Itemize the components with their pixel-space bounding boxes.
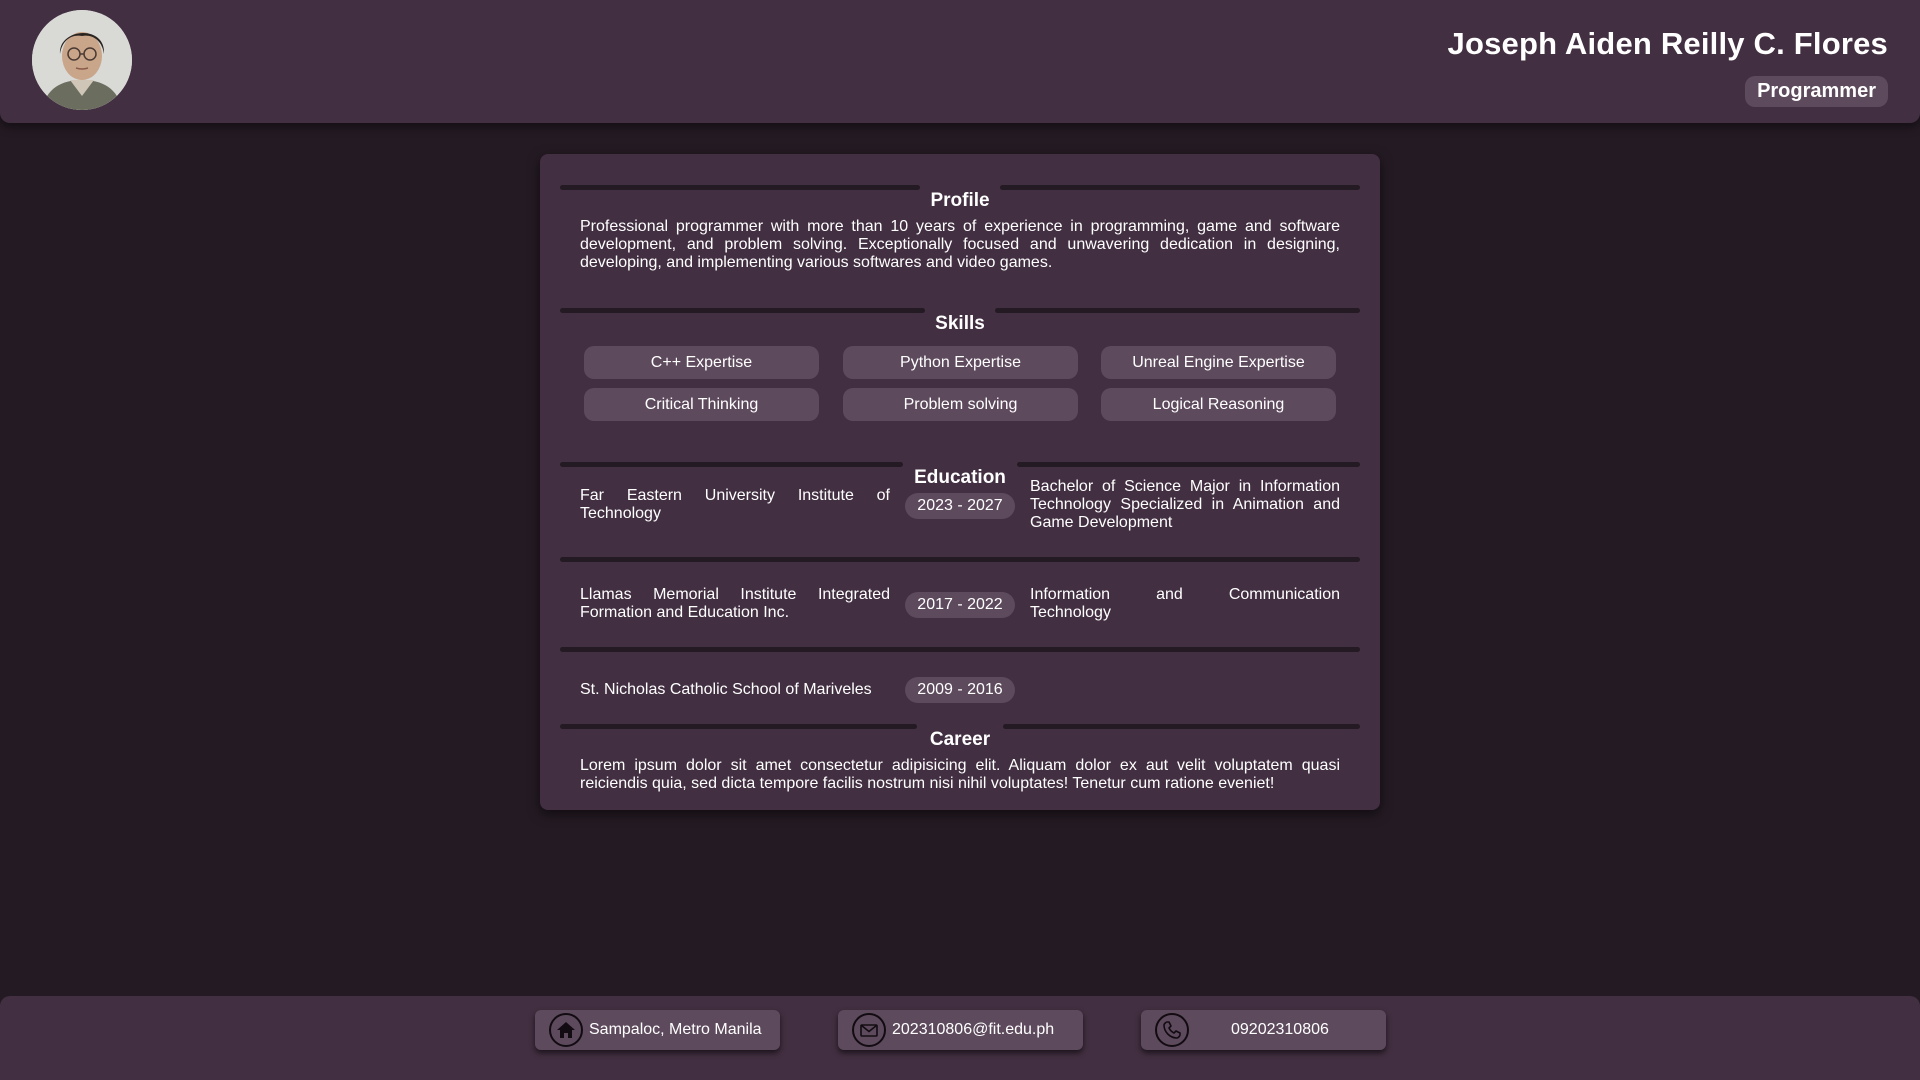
resume-page: Joseph Aiden Reilly C. Flores Programmer… (0, 0, 1920, 1080)
avatar (32, 10, 132, 110)
career-text: Lorem ipsum dolor sit amet consectetur a… (580, 757, 1340, 792)
skills-title: Skills (935, 313, 985, 334)
education-degree: Information and Communication Technology (1030, 586, 1340, 621)
education-divider (560, 557, 1360, 562)
skill-chip: Python Expertise (843, 346, 1078, 379)
resume-card: Profile Professional programmer with mor… (540, 154, 1380, 810)
skill-chip: Unreal Engine Expertise (1101, 346, 1336, 379)
profile-heading: Profile (560, 180, 1360, 211)
contact-phone[interactable]: 09202310806 (1141, 1010, 1386, 1050)
contact-email[interactable]: 202310806@fit.edu.ph (838, 1010, 1083, 1050)
profile-title: Profile (930, 190, 990, 211)
mail-icon (852, 1013, 886, 1047)
skill-chip: Logical Reasoning (1101, 388, 1336, 421)
education-school: Llamas Memorial Institute Integrated For… (580, 586, 890, 621)
contact-address-text: Sampaloc, Metro Manila (589, 1021, 762, 1038)
education-divider (560, 647, 1360, 652)
education-years: 2009 - 2016 (905, 677, 1015, 703)
role-badge: Programmer (1745, 76, 1888, 107)
home-icon (549, 1013, 583, 1047)
avatar-portrait (32, 10, 132, 110)
skill-chip: Problem solving (843, 388, 1078, 421)
education-school: Far Eastern University Institute of Tech… (580, 487, 890, 522)
header-name: Joseph Aiden Reilly C. Flores (1447, 26, 1888, 61)
skill-chip: Critical Thinking (584, 388, 819, 421)
education-years: 2023 - 2027 (905, 493, 1015, 519)
skills-heading: Skills (560, 303, 1360, 334)
career-title: Career (929, 729, 991, 750)
contact-phone-text: 09202310806 (1231, 1021, 1329, 1038)
contact-email-text: 202310806@fit.edu.ph (892, 1021, 1055, 1038)
education-years: 2017 - 2022 (905, 592, 1015, 618)
header: Joseph Aiden Reilly C. Flores Programmer (0, 0, 1920, 123)
contact-address[interactable]: Sampaloc, Metro Manila (535, 1010, 780, 1050)
profile-text: Professional programmer with more than 1… (580, 218, 1340, 271)
education-degree: Bachelor of Science Major in Information… (1030, 478, 1340, 531)
career-heading: Career (560, 719, 1360, 750)
education-school: St. Nicholas Catholic School of Marivele… (580, 681, 872, 698)
phone-icon (1155, 1013, 1189, 1047)
skill-chip: C++ Expertise (584, 346, 819, 379)
footer: Sampaloc, Metro Manila 202310806@fit.edu… (0, 996, 1920, 1080)
